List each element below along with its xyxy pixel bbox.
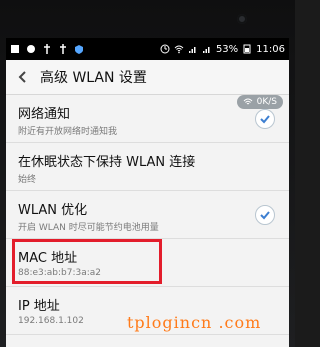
- clock: 11:06: [256, 43, 285, 55]
- checkmark-icon[interactable]: [255, 205, 275, 225]
- alarm-icon: [160, 44, 170, 54]
- chevron-left-icon[interactable]: [16, 70, 30, 84]
- setting-title: 网络通知: [18, 107, 71, 122]
- setting-title: MAC 地址: [18, 251, 78, 266]
- setting-keep-wlan-on-sleep[interactable]: 在休眠状态下保持 WLAN 连接 始终: [6, 143, 289, 191]
- status-bar: 53% 11:06: [6, 38, 289, 60]
- notification-icon: [11, 45, 19, 53]
- signal-icon: [202, 47, 210, 53]
- settings-list: 网络通知 附近有开放网络时通知我 在休眠状态下保持 WLAN 连接 始终 WLA…: [6, 95, 289, 335]
- status-right-icons: 53% 11:06: [160, 44, 285, 55]
- setting-title: WLAN 优化: [18, 203, 88, 218]
- setting-subtitle: 始终: [18, 175, 37, 185]
- front-camera: [237, 14, 247, 24]
- watermark: tplogincn .com: [127, 313, 262, 332]
- phone-frame: 53% 11:06 高级 WLAN 设置 0K/S 网络通知 附近有开放网络时通…: [0, 0, 295, 347]
- setting-subtitle: 88:e3:ab:b7:3a:a2: [18, 268, 102, 278]
- battery-icon: [243, 44, 251, 54]
- image-icon: [27, 45, 35, 53]
- setting-wlan-optimization[interactable]: WLAN 优化 开启 WLAN 时尽可能节约电池用量: [6, 191, 289, 239]
- phone-screen: 53% 11:06 高级 WLAN 设置 0K/S 网络通知 附近有开放网络时通…: [6, 38, 289, 347]
- checkmark-icon[interactable]: [255, 109, 275, 129]
- battery-percent: 53%: [215, 43, 239, 55]
- status-left-icons: [10, 44, 84, 54]
- setting-network-notification[interactable]: 网络通知 附近有开放网络时通知我: [6, 95, 289, 143]
- wifi-icon: [174, 45, 184, 54]
- setting-title: 在休眠状态下保持 WLAN 连接: [18, 155, 196, 170]
- app-bar: 高级 WLAN 设置: [6, 60, 289, 95]
- setting-subtitle: 开启 WLAN 时尽可能节约电池用量: [18, 223, 159, 233]
- usb-icon: [60, 44, 66, 54]
- shield-icon: [75, 45, 83, 54]
- setting-subtitle: 附近有开放网络时通知我: [18, 127, 118, 137]
- page-title: 高级 WLAN 设置: [40, 70, 147, 86]
- setting-title: IP 地址: [18, 299, 60, 314]
- setting-mac-address[interactable]: MAC 地址 88:e3:ab:b7:3a:a2: [6, 239, 289, 287]
- usb-icon: [44, 44, 50, 54]
- signal-icon: [188, 47, 196, 53]
